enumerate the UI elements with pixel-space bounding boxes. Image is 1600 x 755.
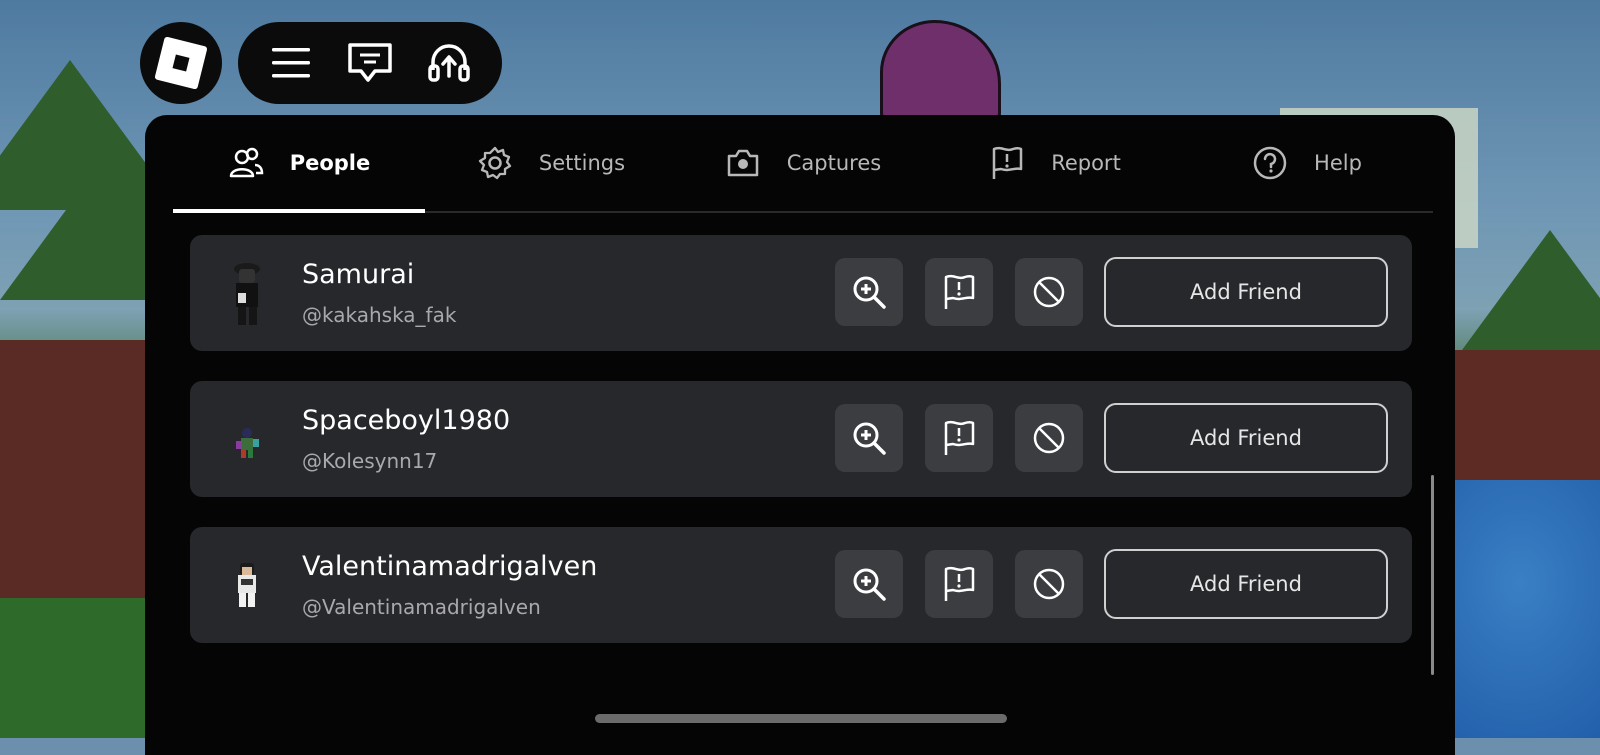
scrollbar[interactable] bbox=[1431, 475, 1434, 675]
tab-label: Help bbox=[1314, 151, 1362, 175]
roblox-menu-button[interactable] bbox=[140, 22, 222, 104]
player-display-name: Spaceboyl1980 bbox=[302, 405, 511, 436]
hamburger-icon bbox=[272, 48, 311, 78]
player-list: Samurai @kakahska_fak Add Friend Spacebo… bbox=[190, 235, 1412, 673]
block-icon bbox=[1033, 422, 1065, 454]
camera-icon bbox=[727, 149, 759, 177]
hamburger-menu-button[interactable] bbox=[261, 33, 321, 93]
headset-icon bbox=[427, 44, 470, 82]
roblox-logo-icon bbox=[154, 36, 208, 90]
people-icon bbox=[229, 147, 263, 178]
player-display-name: Samurai bbox=[302, 259, 415, 290]
flag-icon bbox=[944, 274, 975, 309]
tab-label: People bbox=[289, 151, 371, 175]
player-username: @Kolesynn17 bbox=[302, 449, 438, 473]
player-row: Spaceboyl1980 @Kolesynn17 Add Friend bbox=[190, 381, 1412, 497]
player-avatar bbox=[234, 263, 260, 325]
tab-help[interactable]: Help bbox=[1181, 115, 1433, 211]
gear-icon bbox=[478, 146, 512, 180]
report-player-button[interactable] bbox=[925, 550, 993, 618]
block-player-button[interactable] bbox=[1015, 550, 1083, 618]
top-bar-controls bbox=[238, 22, 502, 104]
player-username: @Valentinamadrigalven bbox=[302, 595, 541, 619]
flag-icon bbox=[992, 146, 1023, 179]
tab-label: Settings bbox=[538, 151, 626, 175]
player-avatar bbox=[238, 563, 256, 607]
chat-button[interactable] bbox=[340, 33, 400, 93]
inspect-button[interactable] bbox=[835, 404, 903, 472]
report-player-button[interactable] bbox=[925, 404, 993, 472]
tab-label: Report bbox=[1051, 151, 1121, 175]
block-icon bbox=[1033, 568, 1065, 600]
player-row: Valentinamadrigalven @Valentinamadrigalv… bbox=[190, 527, 1412, 643]
tab-label: Captures bbox=[786, 151, 882, 175]
block-icon bbox=[1033, 276, 1065, 308]
voice-button[interactable] bbox=[419, 33, 479, 93]
tab-report[interactable]: Report bbox=[929, 115, 1181, 211]
add-friend-button[interactable]: Add Friend bbox=[1104, 403, 1388, 473]
inspect-button[interactable] bbox=[835, 258, 903, 326]
add-friend-button[interactable]: Add Friend bbox=[1104, 257, 1388, 327]
zoom-in-icon bbox=[853, 276, 886, 309]
chat-icon bbox=[348, 43, 392, 82]
report-player-button[interactable] bbox=[925, 258, 993, 326]
tab-people[interactable]: People bbox=[173, 115, 425, 213]
zoom-in-icon bbox=[853, 568, 886, 601]
add-friend-button[interactable]: Add Friend bbox=[1104, 549, 1388, 619]
player-username: @kakahska_fak bbox=[302, 303, 457, 327]
zoom-in-icon bbox=[853, 422, 886, 455]
block-player-button[interactable] bbox=[1015, 258, 1083, 326]
escape-menu-panel: People Settings Captures Report Help Sam… bbox=[145, 115, 1455, 755]
home-indicator[interactable] bbox=[595, 714, 1007, 723]
block-player-button[interactable] bbox=[1015, 404, 1083, 472]
tab-bar: People Settings Captures Report Help bbox=[173, 115, 1433, 213]
player-display-name: Valentinamadrigalven bbox=[302, 551, 598, 582]
tab-captures[interactable]: Captures bbox=[677, 115, 929, 211]
flag-icon bbox=[944, 420, 975, 455]
inspect-button[interactable] bbox=[835, 550, 903, 618]
player-avatar bbox=[236, 428, 259, 458]
flag-icon bbox=[944, 566, 975, 601]
help-icon bbox=[1253, 146, 1287, 180]
tab-settings[interactable]: Settings bbox=[425, 115, 677, 211]
player-row: Samurai @kakahska_fak Add Friend bbox=[190, 235, 1412, 351]
